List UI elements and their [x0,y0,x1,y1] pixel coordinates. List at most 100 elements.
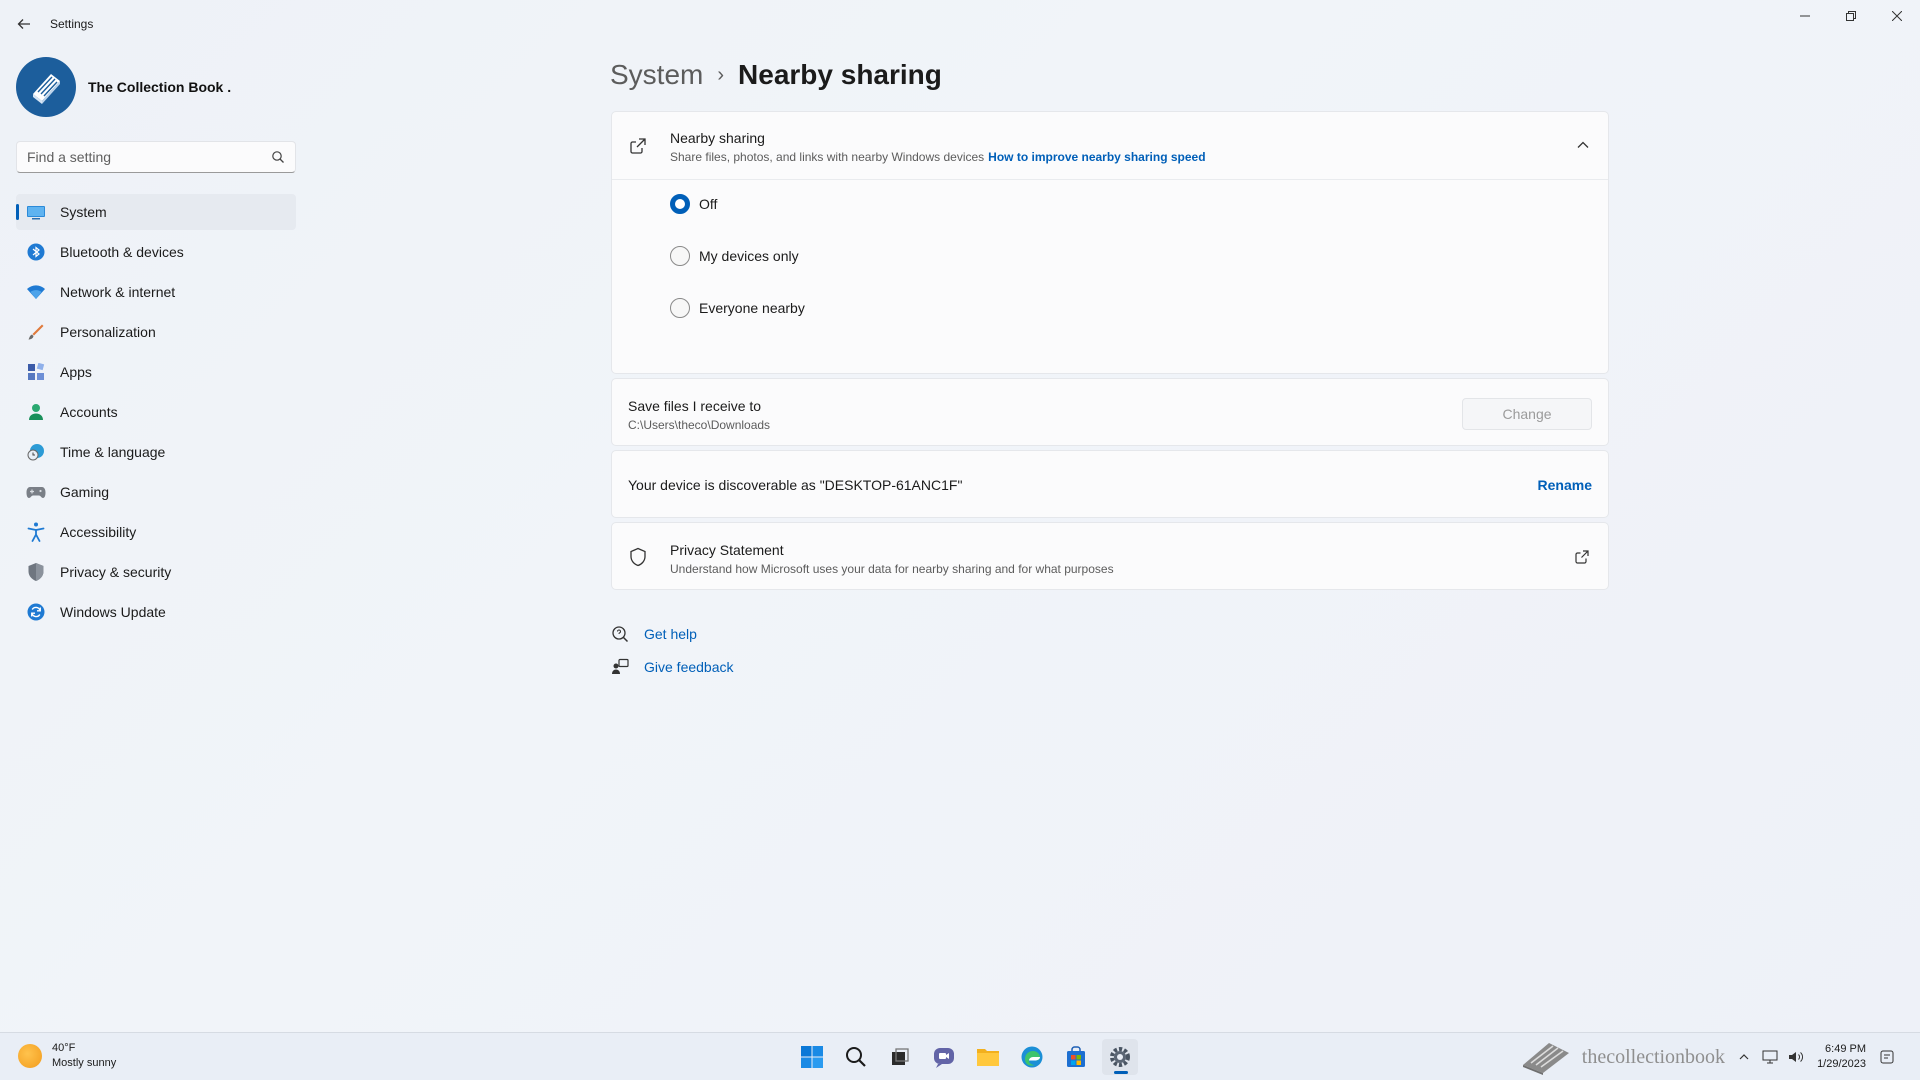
watermark-book-icon [1518,1039,1574,1075]
sidebar-item-network[interactable]: Network & internet [16,274,296,310]
sidebar-item-personalization[interactable]: Personalization [16,314,296,350]
rename-link[interactable]: Rename [1538,477,1592,493]
store-icon [1067,1046,1085,1067]
device-name-text: Your device is discoverable as "DESKTOP-… [628,477,963,493]
sidebar-item-gaming[interactable]: Gaming [16,474,296,510]
sidebar-nav: System Bluetooth & devices Network & int… [16,194,296,634]
sidebar-item-bluetooth[interactable]: Bluetooth & devices [16,234,296,270]
give-feedback-link[interactable]: Give feedback [610,656,734,678]
get-help-label: Get help [644,626,697,642]
nearby-sharing-card: Nearby sharing Share files, photos, and … [611,111,1609,374]
privacy-statement-card[interactable]: Privacy Statement Understand how Microso… [611,522,1609,590]
bluetooth-icon [26,242,46,262]
search-icon [846,1047,866,1067]
sidebar-item-label: Apps [60,364,92,380]
change-button[interactable]: Change [1462,398,1592,430]
file-explorer-icon [977,1049,999,1066]
radio-everyone-nearby[interactable]: Everyone nearby [670,296,805,320]
edge-button[interactable] [1014,1039,1050,1075]
radio-label: My devices only [699,248,799,264]
user-profile[interactable]: The Collection Book . [16,56,231,118]
person-icon [26,402,46,422]
display-tray-icon[interactable] [1761,1048,1779,1066]
sidebar-item-label: Gaming [60,484,110,500]
sidebar-item-time-language[interactable]: Time & language [16,434,296,470]
chevron-up-icon[interactable] [1735,1048,1753,1066]
task-view-button[interactable] [882,1039,918,1075]
apps-icon [26,362,46,382]
improve-speed-link[interactable]: How to improve nearby sharing speed [988,150,1205,164]
restore-button[interactable] [1828,0,1874,32]
sidebar-item-label: Time & language [60,444,166,460]
radio-label: Off [699,196,718,212]
chevron-up-icon[interactable] [1576,138,1590,152]
shield-outline-icon [630,547,646,567]
weather-temp: 40°F [52,1042,76,1054]
volume-icon[interactable] [1787,1048,1805,1066]
sidebar-item-windows-update[interactable]: Windows Update [16,594,296,630]
refresh-icon [26,602,46,622]
display-icon [26,202,46,222]
settings-search-box[interactable] [16,141,296,173]
taskbar: 40°F Mostly sunny thecollectionbook 6:49… [0,1032,1920,1080]
nearby-sharing-title: Nearby sharing [670,130,765,146]
close-icon [1892,11,1902,21]
breadcrumb-parent[interactable]: System [610,59,703,91]
restore-icon [1846,11,1856,21]
taskbar-apps [790,1039,1142,1075]
sidebar-item-accounts[interactable]: Accounts [16,394,296,430]
store-button[interactable] [1058,1039,1094,1075]
minimize-button[interactable] [1782,0,1828,32]
sidebar-item-label: Accessibility [60,524,137,540]
clock-time: 6:49 PM [1825,1043,1866,1055]
clock[interactable]: 6:49 PM 1/29/2023 [1817,1042,1866,1072]
sidebar-item-label: Privacy & security [60,564,172,580]
get-help-link[interactable]: Get help [610,623,697,645]
back-button[interactable] [12,12,36,36]
give-feedback-label: Give feedback [644,659,734,675]
brush-icon [26,322,46,342]
settings-app-button[interactable] [1102,1039,1138,1075]
sidebar-item-privacy[interactable]: Privacy & security [16,554,296,590]
sun-icon [18,1044,42,1068]
sidebar-item-label: Windows Update [60,604,166,620]
help-chat-icon [610,624,630,644]
radio-label: Everyone nearby [699,300,805,316]
start-button[interactable] [794,1039,830,1075]
breadcrumb: System › Nearby sharing [610,54,942,96]
save-location-card: Save files I receive to C:\Users\theco\D… [611,378,1609,446]
nearby-sharing-header[interactable]: Nearby sharing Share files, photos, and … [612,112,1608,180]
chat-button[interactable] [926,1039,962,1075]
sidebar-item-label: Bluetooth & devices [60,244,184,260]
search-input[interactable] [17,149,257,165]
edge-icon [1021,1046,1043,1068]
minimize-icon [1800,15,1810,17]
clock-date: 1/29/2023 [1817,1058,1866,1070]
back-arrow-icon [17,19,30,29]
radio-off[interactable]: Off [670,192,717,216]
sidebar-item-label: System [60,204,107,220]
taskbar-search-button[interactable] [838,1039,874,1075]
search-icon[interactable] [271,150,285,164]
privacy-description: Understand how Microsoft uses your data … [670,562,1114,576]
title-bar: Settings [0,0,1920,48]
radio-button-selected[interactable] [670,194,690,214]
page-title: Nearby sharing [738,59,942,90]
radio-my-devices-only[interactable]: My devices only [670,244,799,268]
radio-button[interactable] [670,298,690,318]
globe-clock-icon [26,442,46,462]
task-view-icon [892,1048,909,1065]
weather-widget[interactable]: 40°F Mostly sunny [18,1041,116,1071]
start-icon [801,1046,823,1068]
sidebar-item-apps[interactable]: Apps [16,354,296,390]
radio-button[interactable] [670,246,690,266]
sidebar-item-accessibility[interactable]: Accessibility [16,514,296,550]
save-location-title: Save files I receive to [628,398,762,414]
file-explorer-button[interactable] [970,1039,1006,1075]
settings-icon [1110,1047,1130,1067]
sidebar-item-system[interactable]: System [16,194,296,230]
close-button[interactable] [1874,0,1920,32]
weather-text: 40°F Mostly sunny [52,1041,116,1071]
open-external-icon[interactable] [1574,549,1590,565]
notification-icon[interactable] [1878,1048,1896,1066]
